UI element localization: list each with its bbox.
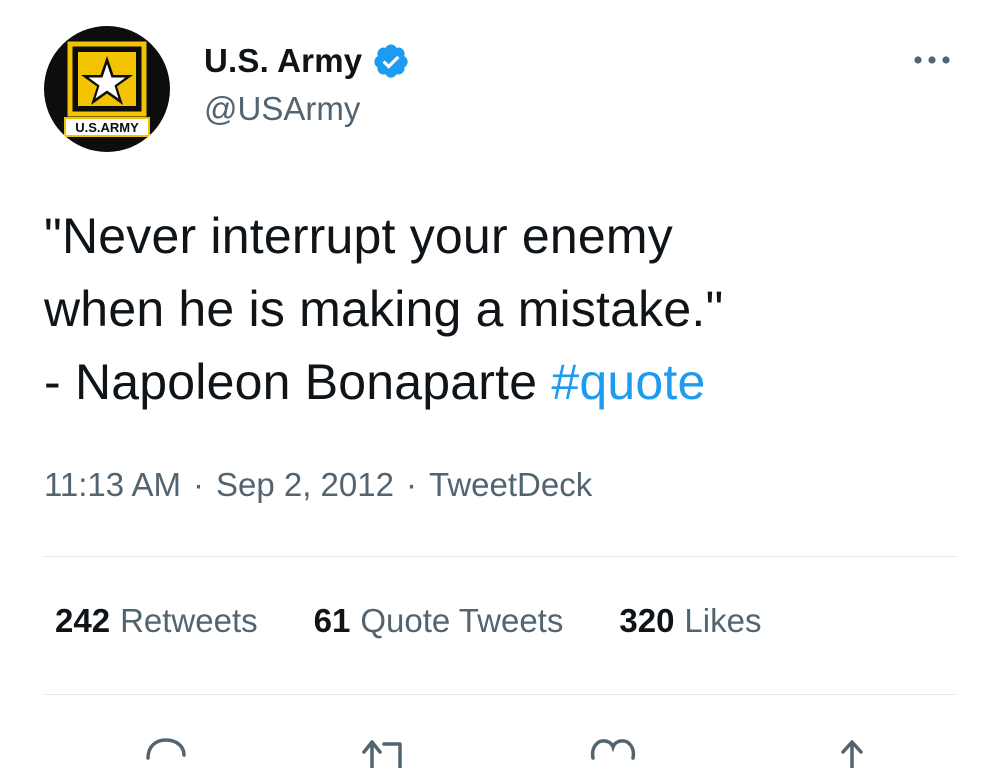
divider <box>44 694 956 695</box>
reply-icon <box>146 738 186 760</box>
share-button[interactable] <box>822 728 882 770</box>
quote-tweets-stat[interactable]: 61 Quote Tweets <box>314 602 564 640</box>
quote-tweets-label: Quote Tweets <box>360 602 564 639</box>
meta-separator: · <box>405 466 417 503</box>
tweet-date[interactable]: Sep 2, 2012 <box>216 466 394 503</box>
tweet-line-with-hashtag: - Napoleon Bonaparte #quote <box>44 346 964 419</box>
like-icon <box>590 739 636 760</box>
avatar-badge-text: U.S.ARMY <box>75 120 139 135</box>
verified-badge-icon <box>372 42 410 80</box>
engagement-stats: 242 Retweets 61 Quote Tweets 320 Likes <box>55 602 761 640</box>
retweet-icon <box>362 740 402 770</box>
author-handle[interactable]: @USArmy <box>204 90 360 128</box>
more-options-button[interactable] <box>906 44 958 76</box>
author-name-row: U.S. Army <box>204 38 410 84</box>
retweets-stat[interactable]: 242 Retweets <box>55 602 258 640</box>
divider <box>44 556 956 557</box>
hashtag-link[interactable]: #quote <box>551 354 705 410</box>
retweets-count: 242 <box>55 602 111 639</box>
avatar[interactable]: U.S.ARMY <box>44 26 170 152</box>
tweet-time[interactable]: 11:13 AM <box>44 466 181 503</box>
more-options-icon <box>914 56 950 64</box>
likes-count: 320 <box>619 602 675 639</box>
retweet-button[interactable] <box>356 728 416 770</box>
reply-button[interactable] <box>134 728 194 768</box>
action-bar <box>0 700 1000 770</box>
likes-label: Likes <box>684 602 762 639</box>
tweet-line: "Never interrupt your enemy <box>44 208 673 264</box>
like-button[interactable] <box>583 728 643 768</box>
tweet-line: - Napoleon Bonaparte <box>44 354 552 410</box>
quote-tweets-count: 61 <box>313 602 351 639</box>
meta-separator: · <box>192 466 204 503</box>
likes-stat[interactable]: 320 Likes <box>619 602 761 640</box>
share-icon <box>841 740 863 770</box>
army-logo-icon: U.S.ARMY <box>64 41 150 137</box>
display-name[interactable]: U.S. Army <box>204 42 362 80</box>
retweets-label: Retweets <box>120 602 258 639</box>
tweet-source[interactable]: TweetDeck <box>429 466 592 503</box>
tweet-meta: 11:13 AM · Sep 2, 2012 · TweetDeck <box>44 466 592 504</box>
tweet-line: when he is making a mistake." <box>44 281 724 337</box>
tweet-text: "Never interrupt your enemy when he is m… <box>44 200 964 419</box>
